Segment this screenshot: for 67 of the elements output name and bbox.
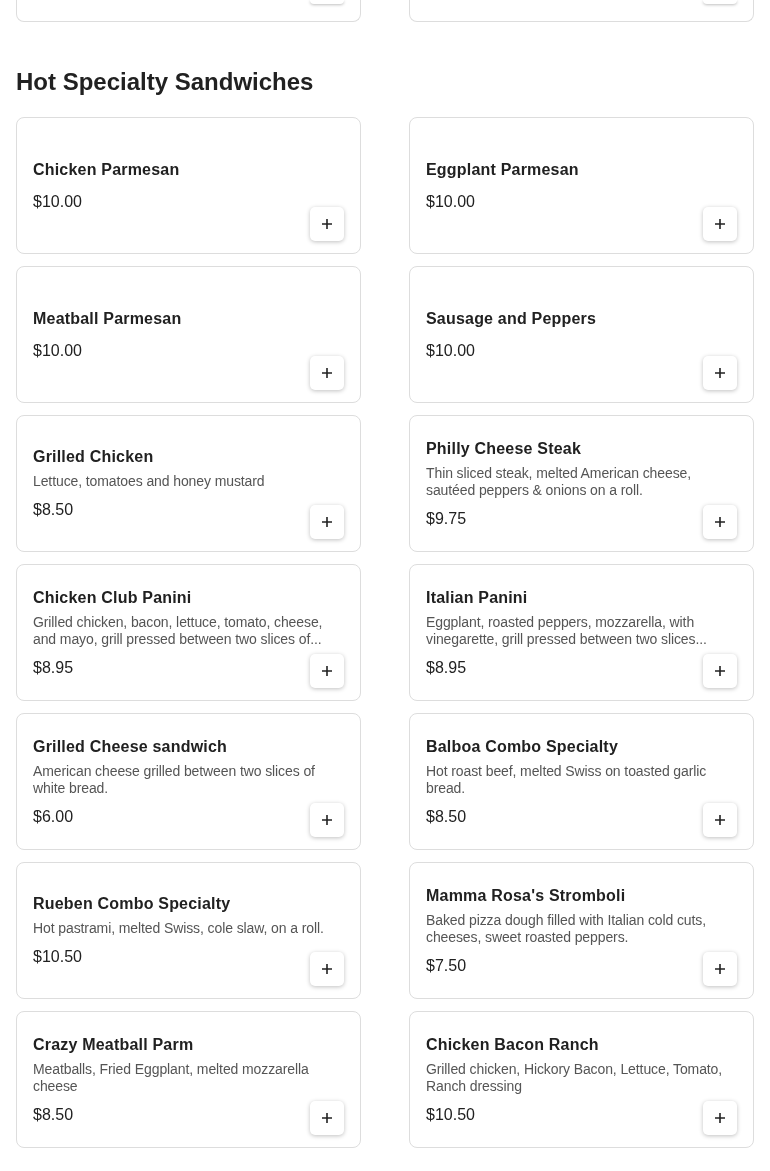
menu-item-card[interactable]: Sausage and Peppers $10.00 — [409, 266, 754, 403]
plus-icon — [322, 964, 332, 974]
menu-item-card[interactable]: Grilled Cheese sandwich American cheese grilled between two slices of white bread. $6.00 — [16, 713, 361, 850]
item-price: $8.50 — [426, 806, 468, 827]
item-name: Crazy Meatball Parm — [33, 1034, 195, 1055]
item-price: $9.75 — [426, 508, 468, 529]
plus-icon — [715, 219, 725, 229]
item-price: $8.95 — [33, 657, 75, 678]
item-name: Balboa Combo Specialty — [426, 736, 619, 757]
plus-icon — [322, 517, 332, 527]
menu-item-card[interactable]: Eggplant Parmesan $10.00 — [409, 117, 754, 254]
item-price: $10.00 — [426, 191, 476, 212]
item-description: American cheese grilled between two slices of white bread. — [33, 762, 316, 797]
item-description: Eggplant, roasted peppers, mozzarella, with vinegarette, grill pressed between two slices... — [426, 613, 708, 648]
menu-item-card[interactable]: Chicken Club Panini Grilled chicken, bacon, lettuce, tomato, cheese, and mayo, grill pressed between two slices of... $8.95 — [16, 564, 361, 701]
item-price: $8.50 — [33, 500, 75, 520]
menu-item-card[interactable]: Balboa Combo Specialty Hot roast beef, melted Swiss on toasted garlic bread. $8.50 — [409, 713, 754, 850]
item-name: Sausage and Peppers — [426, 308, 598, 329]
item-description: Grilled chicken, Hickory Bacon, Lettuce, Tomato, Ranch dressing — [426, 1060, 724, 1095]
menu-item-card[interactable]: Meatball Parmesan $10.00 — [16, 266, 361, 403]
menu-item-card[interactable]: Philly Cheese Steak Thin sliced steak, melted American cheese, sautéed peppers & onions on a roll. $9.75 — [409, 415, 754, 552]
item-price: $10.50 — [426, 1104, 476, 1125]
plus-icon — [715, 1113, 725, 1123]
item-description: Lettuce, tomatoes and honey mustard — [33, 473, 266, 490]
plus-icon — [322, 815, 332, 825]
plus-icon — [322, 219, 332, 229]
menu-item-card[interactable]: Crazy Meatball Parm Meatballs, Fried Eggplant, melted mozzarella cheese $8.50 — [16, 1011, 361, 1148]
item-name: Rueben Combo Specialty — [33, 894, 232, 914]
item-description: Hot roast beef, melted Swiss on toasted garlic bread. — [426, 762, 708, 797]
menu-item-card[interactable]: Chicken Parmesan $10.00 — [16, 117, 361, 254]
item-description: Grilled chicken, bacon, lettuce, tomato, cheese, and mayo, grill pressed between two slices of... — [33, 613, 324, 648]
item-price: $7.50 — [426, 955, 468, 976]
plus-icon — [715, 517, 725, 527]
item-description: Meatballs, Fried Eggplant, melted mozzarella cheese — [33, 1060, 310, 1095]
item-price: $8.50 — [33, 1104, 75, 1125]
menu-item-card[interactable]: Rueben Combo Specialty Hot pastrami, melted Swiss, cole slaw, on a roll. $10.50 — [16, 862, 361, 999]
menu-item-card[interactable]: Chicken Bacon Ranch Grilled chicken, Hickory Bacon, Lettuce, Tomato, Ranch dressing $10.50 — [409, 1011, 754, 1148]
item-name: Chicken Club Panini — [33, 587, 193, 608]
item-name: Eggplant Parmesan — [426, 159, 580, 180]
menu-item-card[interactable]: Grilled Chicken Lettuce, tomatoes and honey mustard $8.50 — [16, 415, 361, 552]
item-name: Meatball Parmesan — [33, 308, 183, 329]
item-description: Thin sliced steak, melted American cheese, sautéed peppers & onions on a roll. — [426, 464, 693, 499]
item-name: Chicken Bacon Ranch — [426, 1034, 600, 1055]
item-description: Hot pastrami, melted Swiss, cole slaw, on a roll. — [33, 920, 325, 937]
plus-icon — [715, 964, 725, 974]
item-description: Baked pizza dough filled with Italian cold cuts, cheeses, sweet roasted peppers. — [426, 911, 708, 946]
item-price: $10.50 — [33, 947, 83, 967]
item-name: Italian Panini — [426, 587, 529, 608]
plus-icon — [322, 1113, 332, 1123]
item-name: Grilled Chicken — [33, 447, 155, 467]
plus-icon — [715, 368, 725, 378]
item-price: $10.00 — [33, 340, 83, 361]
item-name: Chicken Parmesan — [33, 159, 181, 180]
item-name: Grilled Cheese sandwich — [33, 736, 228, 757]
item-price: $6.00 — [33, 806, 75, 827]
plus-icon — [715, 666, 725, 676]
plus-icon — [322, 666, 332, 676]
item-name: Mamma Rosa's Stromboli — [426, 885, 627, 906]
item-price: $10.00 — [33, 191, 83, 212]
menu-item-card[interactable]: Italian Panini Eggplant, roasted peppers, mozzarella, with vinegarette, grill pressed between two slices... $8.95 — [409, 564, 754, 701]
section-title: Hot Specialty Sandwiches — [16, 67, 315, 97]
item-price: $8.95 — [426, 657, 468, 678]
menu-item-card[interactable]: Mamma Rosa's Stromboli Baked pizza dough filled with Italian cold cuts, cheeses, sweet roasted peppers. $7.50 — [409, 862, 754, 999]
item-price: $10.00 — [426, 340, 476, 361]
plus-icon — [322, 368, 332, 378]
plus-icon — [715, 815, 725, 825]
item-name: Philly Cheese Steak — [426, 438, 582, 459]
